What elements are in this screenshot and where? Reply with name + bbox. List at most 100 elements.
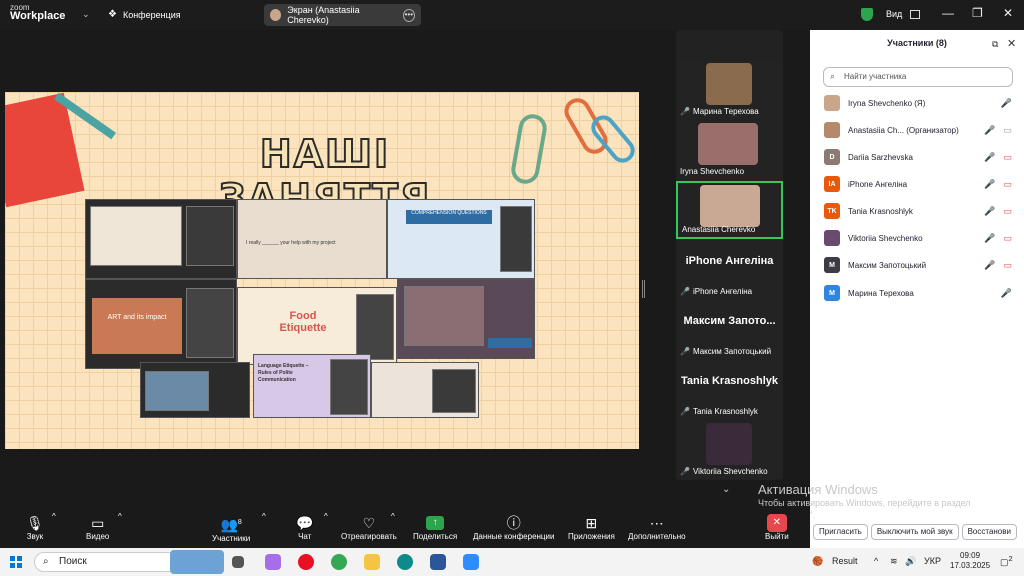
video-icon: ▭ [1003,124,1012,135]
clock[interactable]: 09:09 17.03.2025 [950,551,990,571]
mic-off-icon: 🎤 [984,151,996,162]
video-grid-thumbnail [356,294,394,360]
participant-row[interactable]: Viktoriia Shevchenko 🎤 ▭ [824,228,1020,248]
apps-button[interactable]: ⊞ Приложения [568,514,615,541]
pop-out-icon[interactable]: ⧉ [992,39,998,50]
shield-icon[interactable] [861,8,873,21]
conference-label: Конференция [122,9,181,20]
participant-name: iPhone Ангеліна [848,179,908,189]
view-menu[interactable]: Вид [886,9,902,19]
result-widget[interactable]: Result [832,556,858,566]
chevron-up-icon[interactable]: ^ [874,556,878,566]
mic-off-icon: 🎤 [984,205,996,216]
activation-title: Активация Windows [758,482,878,497]
video-button[interactable]: ▭ Видео [86,514,109,541]
chevron-up-icon[interactable]: ^ [324,512,328,521]
participant-status: 🎤 ▭ [984,125,1012,136]
chrome-icon[interactable] [331,554,347,570]
copilot-icon[interactable] [265,554,281,570]
windows-taskbar: ⌕ Поиск 🏀 Result ^ ≋ 🔊 УКР 09:09 17.03.2… [0,548,1024,576]
mute-me-button[interactable]: Выключить мой звук [870,524,959,540]
grid-icon[interactable] [910,10,920,19]
participant-row[interactable]: D Dariia Sarzhevska 🎤 ▭ [824,147,1020,167]
collage-screenshot: Language Etiquette – Rules of Polite Com… [253,354,371,418]
participant-name: Максим Запотоцький [848,260,927,270]
participant-row[interactable]: Anastasiia Ch... (Организатор) 🎤 ▭ [824,120,1020,140]
notification-icon[interactable]: ▢2 [1000,554,1013,568]
meeting-info-button[interactable]: ⓘ Данные конференции [473,514,554,541]
tile-display-name: Tania Krasnoshlyk [681,375,778,387]
thumb-text: I really ______ your help with my projec… [246,240,336,246]
minimize-icon[interactable]: — [942,6,954,20]
lesson-thumbnail [90,206,182,266]
video-tile[interactable]: Максим Запото... 🎤 Максим Запотоцький [676,301,783,359]
video-tile[interactable]: Iryna Shevchenko [676,121,783,179]
language-indicator[interactable]: УКР [924,556,941,566]
participant-status: 🎤 ▭ [984,260,1012,271]
participant-row[interactable]: TK Tania Krasnoshlyk 🎤 ▭ [824,201,1020,221]
video-grid-thumbnail [186,206,234,266]
word-icon[interactable] [430,554,446,570]
chevron-down-icon[interactable]: ⌄ [722,484,730,495]
video-tile-active[interactable]: Anastasiia Cherevko [676,181,783,239]
participant-row[interactable]: M Марина Терехова 🎤 [824,283,1020,303]
nba-icon[interactable]: 🏀 [812,556,823,567]
screen-share-pill[interactable]: Экран (Anastasiia Cherevko) ••• [264,4,421,26]
opera-icon[interactable] [298,554,314,570]
splitter-handle[interactable] [642,280,645,298]
participants-actions: Пригласить Выключить мой звук Восстанови [813,524,1017,540]
share-screen-button[interactable]: ↑ Поделиться [413,514,457,541]
tile-name: 🎤 Viktoriia Shevchenko [680,467,768,476]
maximize-icon[interactable]: ❐ [972,6,983,20]
task-view-icon[interactable] [232,556,244,568]
tile-display-name: Максим Запото... [683,315,776,327]
windows-start-icon[interactable] [10,556,22,568]
close-icon[interactable]: ✕ [1003,6,1013,20]
video-tile[interactable]: 🎤 Viktoriia Shevchenko [676,421,783,479]
video-tile[interactable]: Tania Krasnoshlyk 🎤 Tania Krasnoshlyk [676,361,783,419]
chat-button[interactable]: 💬 Чат [296,514,313,541]
thumb-text: Language Etiquette – Rules of Polite Com… [258,363,309,383]
mic-off-icon: 🎤 [680,347,690,356]
chevron-up-icon[interactable]: ^ [52,512,56,521]
file-explorer-icon[interactable] [364,554,380,570]
participant-row[interactable]: M Максим Запотоцький 🎤 ▭ [824,255,1020,275]
wifi-icon[interactable]: ≋ [890,556,898,567]
participant-search-input[interactable]: ⌕ Найти участника [823,67,1013,87]
restore-button[interactable]: Восстанови [961,524,1017,540]
video-off-icon: ▭ [1003,232,1012,243]
mic-off-icon: 🎤 [984,259,996,270]
participant-row[interactable]: IA iPhone Ангеліна 🎤 ▭ [824,174,1020,194]
participant-name: Dariia Sarzhevska [848,152,913,162]
participant-name: Anastasiia Ch... (Организатор) [848,125,959,135]
avatar: TK [824,203,840,219]
conference-info[interactable]: ❖ Конференция [108,9,181,20]
mic-off-icon: 🎤 [984,232,996,243]
chevron-down-icon[interactable]: ⌄ [82,9,90,20]
video-grid-thumbnail [186,288,234,358]
tile-name: 🎤 Tania Krasnoshlyk [680,407,758,416]
video-tile[interactable]: iPhone Ангеліна 🎤 iPhone Ангеліна [676,241,783,299]
chevron-up-icon[interactable]: ^ [391,512,395,521]
mic-off-icon: 🎤 [680,407,690,416]
avatar [824,122,840,138]
mic-off-icon: 🎤 [680,467,690,476]
participants-button[interactable]: 👥8 Участники [212,514,250,543]
invite-button[interactable]: Пригласить [813,524,868,540]
chevron-up-icon[interactable]: ^ [262,512,266,521]
participant-name: Tania Krasnoshlyk [848,206,913,216]
audio-button[interactable]: 🎙 Звук [26,514,44,541]
participant-video [706,423,752,465]
leave-button[interactable]: ✕ Выйти [765,514,789,541]
volume-icon[interactable]: 🔊 [905,556,916,567]
more-icon: ⋯ [649,515,664,531]
more-options-icon[interactable]: ••• [402,8,415,22]
more-button[interactable]: ⋯ Дополнительно [628,514,686,541]
video-tile[interactable]: 🎤 Марина Терехова [676,61,783,119]
participant-row[interactable]: Iryna Shevchenko (Я) 🎤 [824,93,1020,113]
close-icon[interactable]: ✕ [1007,37,1016,50]
chevron-up-icon[interactable]: ^ [118,512,122,521]
zoom-app-icon[interactable] [463,554,479,570]
react-button[interactable]: ♡ Отреагировать [341,514,397,541]
edge-icon[interactable] [397,554,413,570]
